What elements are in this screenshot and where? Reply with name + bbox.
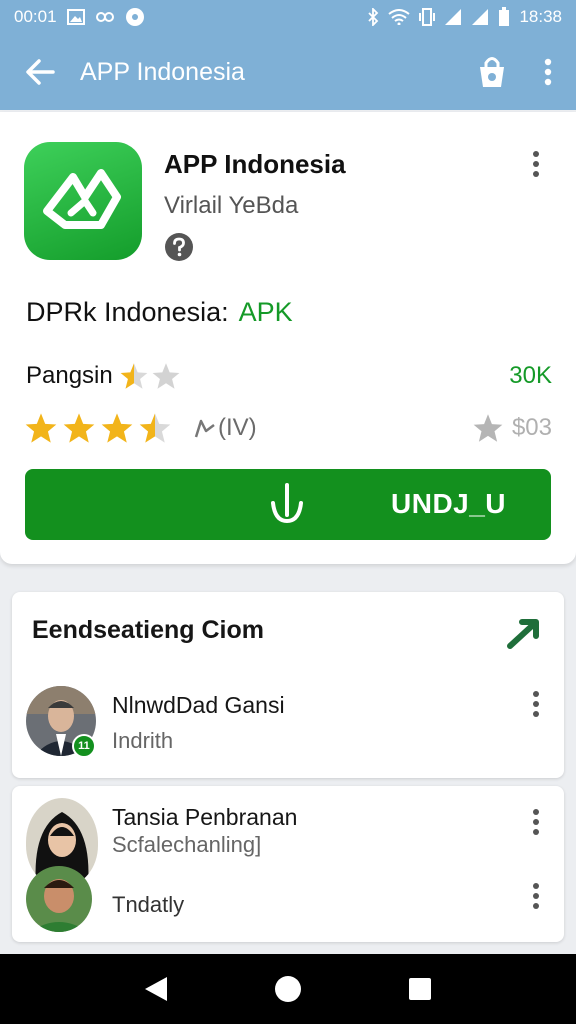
app-card: APP Indonesia Virlail YeBda DPRk Indones… [0,112,576,564]
battery-icon [498,7,510,27]
signal-icon [444,8,462,26]
app-bar: APP Indonesia [0,34,576,110]
nav-recents-button[interactable] [398,967,442,1011]
disc-icon [125,7,145,27]
item-more-button[interactable] [524,688,548,720]
status-badge: 11 [72,734,96,758]
star-half-icon [139,413,171,443]
reviews: (IV) [194,414,257,442]
item-more-button[interactable] [524,806,548,838]
nav-home-button[interactable] [266,967,310,1011]
star-icon [152,363,180,389]
card-more-button[interactable] [524,148,548,180]
person-subtitle: Indrith [112,728,174,753]
reviews-count: (IV) [218,414,257,441]
size-value: $03 [511,414,552,441]
person-name: Tansia Penbranan [112,804,298,830]
shopping-bag-icon [480,57,504,87]
more-vert-icon [533,883,539,909]
install-label: UNDJ_U [391,488,507,519]
arrow-forward-icon[interactable] [504,612,544,652]
image-icon [66,9,85,25]
app-logo-icon [24,142,142,260]
section-card: Eendseatieng Ciom 11 NlnwdDad Gansi Indr… [12,592,564,778]
vibrate-icon [419,8,436,26]
item-more-button[interactable] [524,880,548,912]
download-icon [271,483,303,524]
stars-row: (IV) $03 [24,408,552,448]
rating-row: Pangsin 30K [26,358,552,394]
person-extra: Tndatly [112,892,185,917]
app-name: APP Indonesia [164,149,346,179]
bluetooth-icon [367,8,379,26]
wifi-icon [388,9,411,25]
status-right: 18:38 [367,7,562,27]
list-item[interactable]: 11 NlnwdDad Gansi Indrith [12,686,564,766]
app-bar-more-button[interactable] [520,34,576,110]
apk-label: DPRk Indonesia: [26,297,229,327]
nav-back-button[interactable] [134,967,178,1011]
rating-label: Pangsin [26,362,113,389]
app-bar-title: APP Indonesia [80,57,245,86]
nav-home-icon [275,976,301,1002]
help-icon[interactable] [164,232,194,262]
star-icon [473,414,503,442]
avatar [26,866,92,932]
star-icon [63,413,95,443]
apk-row: DPRk Indonesia: APK [26,297,293,328]
thumb-icon [194,419,215,438]
star-icon [120,363,148,389]
nav-back-icon [145,977,167,1001]
bag-button[interactable] [464,34,520,110]
nav-bar [0,954,576,1024]
install-button[interactable]: UNDJ_U [25,469,551,540]
developer-name[interactable]: Virlail YeBda [164,192,298,220]
status-time-right: 18:38 [519,7,562,26]
section-title: Eendseatieng Ciom [32,616,264,644]
more-vert-icon [533,809,539,835]
nav-recents-icon [409,978,431,1000]
person-name: NlnwdDad Gansi [112,692,285,718]
status-time-left: 00:01 [14,7,57,26]
person-subtitle: Scfalechanling] [112,832,262,857]
status-bar: 00:01 18:38 [0,0,576,34]
star-icon [101,413,133,443]
size-info: $03 [472,413,552,443]
more-vert-icon [533,151,539,177]
back-arrow-icon [26,59,55,85]
more-vert-icon [544,58,552,86]
second-card: Tansia Penbranan Scfalechanling] Tndatly [12,786,564,942]
link-icon [95,10,115,24]
downloads-count: 30K [509,362,552,389]
rating-stars [24,412,172,444]
apk-tag: APK [238,297,293,327]
mini-stars [119,362,181,390]
status-left: 00:01 [14,7,145,27]
star-icon [25,413,57,443]
signal-icon-2 [471,8,489,26]
back-button[interactable] [0,34,80,110]
more-vert-icon [533,691,539,717]
